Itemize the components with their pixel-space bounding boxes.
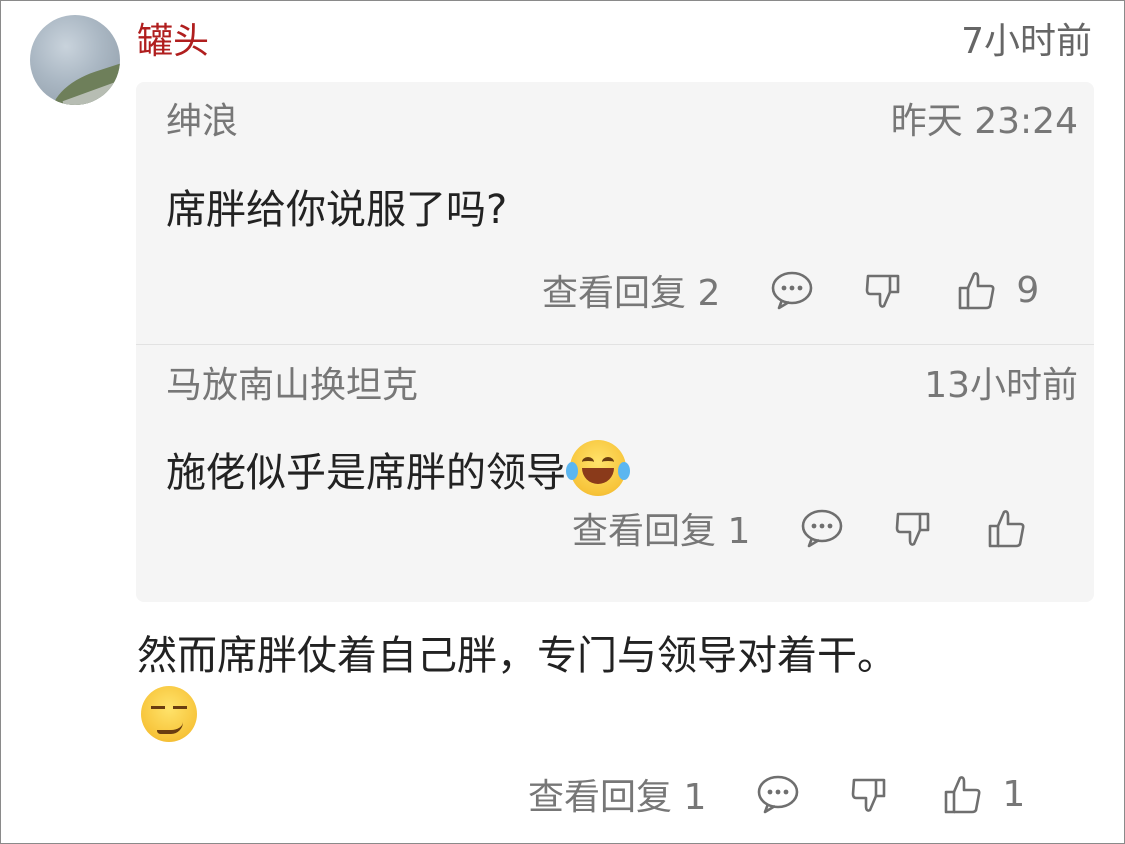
reply-divider	[136, 344, 1094, 345]
avatar[interactable]	[30, 15, 120, 105]
comment-like-count: 1	[1002, 773, 1026, 815]
comment-icon[interactable]	[798, 504, 846, 552]
thumbs-up-icon[interactable]	[982, 504, 1030, 552]
face-with-tears-of-joy-icon	[566, 440, 630, 496]
reply-1-time: 昨天 23:24	[890, 101, 1078, 142]
reply-2-username[interactable]: 马放南山换坦克	[166, 362, 418, 410]
reply-box: 绅浪 昨天 23:24 席胖给你说服了吗? 查看回复 2 9 马放南山换坦克 1…	[136, 82, 1094, 602]
thumbs-down-icon[interactable]	[846, 770, 894, 818]
reply-2-actions: 查看回复 1	[572, 504, 1074, 552]
comment-icon[interactable]	[754, 770, 802, 818]
reply-2-time: 13小时前	[924, 365, 1078, 406]
thumbs-up-icon[interactable]	[938, 770, 986, 818]
reply-1-actions: 查看回复 2 9	[542, 264, 1040, 316]
reply-1-text: 席胖给你说服了吗?	[166, 187, 508, 233]
comment-username[interactable]: 罐头	[137, 18, 209, 66]
smirking-face-icon	[141, 686, 197, 742]
thumbs-down-icon[interactable]	[890, 504, 938, 552]
thumbs-up-icon[interactable]	[952, 266, 1000, 314]
comment-icon[interactable]	[768, 266, 816, 314]
reply-1-username[interactable]: 绅浪	[166, 98, 238, 146]
comment-text-content: 然而席胖仗着自己胖，专门与领导对着干。	[137, 633, 897, 679]
reply-1-view-replies-link[interactable]: 查看回复 2	[542, 264, 720, 316]
comment-text: 然而席胖仗着自己胖，专门与领导对着干。	[137, 626, 1097, 749]
reply-2-view-replies-link[interactable]: 查看回复 1	[572, 502, 750, 554]
thumbs-down-icon[interactable]	[860, 266, 908, 314]
comment-time: 7小时前	[961, 21, 1092, 62]
reply-2-text: 施佬似乎是席胖的领导	[166, 440, 630, 501]
comment-actions: 查看回复 1 1	[528, 768, 1026, 820]
comment-view-replies-link[interactable]: 查看回复 1	[528, 768, 706, 820]
reply-1-like-count: 9	[1016, 269, 1040, 311]
reply-2-text-content: 施佬似乎是席胖的领导	[166, 450, 566, 496]
